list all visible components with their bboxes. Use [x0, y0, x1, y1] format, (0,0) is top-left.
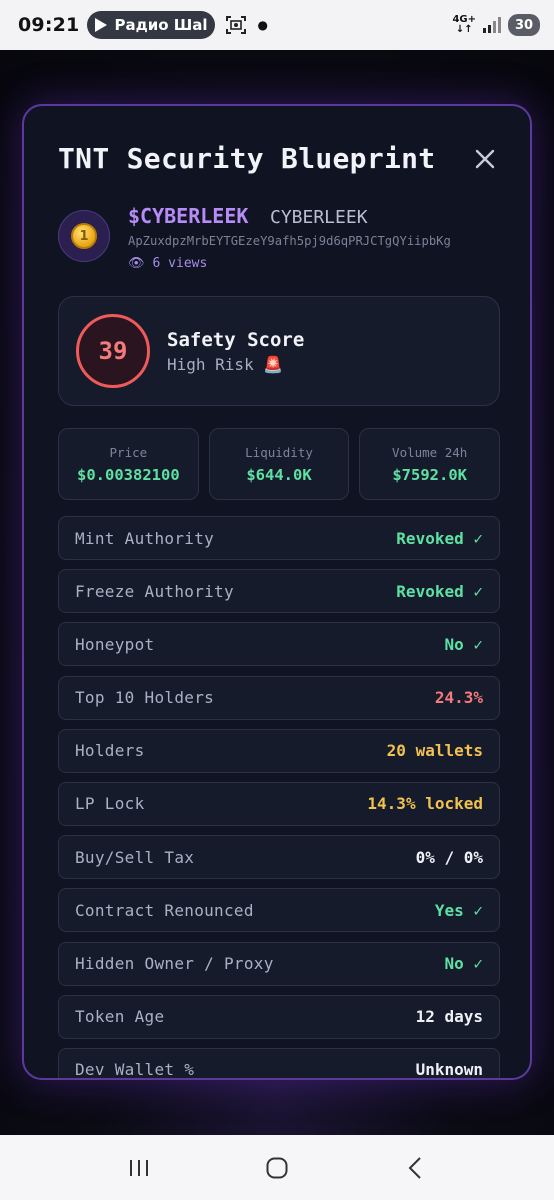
check-label: Contract Renounced: [75, 900, 254, 920]
security-checks: Mint Authority Revoked ✓ Freeze Authorit…: [58, 516, 500, 1080]
check-value: No ✓: [444, 634, 483, 654]
token-views: 👁 6 views: [128, 256, 207, 271]
check-label: Token Age: [75, 1007, 165, 1027]
screenshot-icon: [226, 16, 247, 34]
status-bar: 09:21 Радио Шаl ● 4G+ ↓↑ 30: [0, 0, 554, 50]
check-hidden-owner: Hidden Owner / Proxy No ✓: [58, 941, 500, 986]
check-value: 24.3%: [434, 688, 483, 708]
check-value: Revoked ✓: [396, 581, 483, 601]
check-label: Hidden Owner / Proxy: [75, 954, 274, 973]
media-title: Радио Шаl: [114, 16, 208, 34]
eye-icon: 👁: [128, 256, 145, 271]
check-label: Dev Wallet %: [75, 1060, 195, 1080]
system-nav-bar: [0, 1135, 554, 1200]
check-label: Top 10 Holders: [75, 688, 215, 708]
status-time: 09:21: [18, 14, 80, 36]
play-icon: [95, 18, 108, 32]
check-value: 0% / 0%: [415, 847, 483, 867]
security-modal: TNT Security Blueprint 1 $CYBERLEEK CYBE…: [22, 104, 532, 1080]
stat-value: $644.0K: [246, 465, 312, 484]
check-top-holders: Top 10 Holders 24.3%: [58, 675, 500, 720]
safety-risk-label: High Risk 🚨: [167, 355, 284, 374]
battery-badge: 30: [508, 14, 540, 36]
stat-liquidity: Liquidity $644.0K: [208, 428, 350, 500]
token-info: 1 $CYBERLEEK CYBERLEEK ApZuxdpzMrbEYTGEz…: [58, 204, 510, 276]
stat-label: Price: [109, 444, 148, 460]
coin-icon: 1: [71, 223, 97, 249]
check-contract-renounced: Contract Renounced Yes ✓: [58, 888, 500, 933]
check-label: Freeze Authority: [75, 581, 234, 601]
token-address[interactable]: ApZuxdpzMrbEYTGEzeY9afh5pj9d6qPRJCTgQYii…: [128, 234, 451, 248]
modal-title: TNT Security Blueprint: [58, 142, 436, 175]
safety-score-ring: 39: [76, 314, 150, 388]
check-value: 20 wallets: [386, 741, 483, 761]
check-label: Mint Authority: [75, 528, 215, 548]
safety-score-card: 39 Safety Score High Risk 🚨: [58, 296, 500, 406]
token-avatar: 1: [58, 210, 110, 262]
safety-score-title: Safety Score: [167, 329, 305, 351]
home-icon: [266, 1157, 288, 1178]
check-label: Holders: [75, 741, 145, 761]
signal-icon: [483, 17, 501, 33]
recent-apps-icon: [130, 1159, 148, 1176]
check-value: Unknown: [415, 1060, 483, 1080]
check-label: Honeypot: [75, 634, 155, 654]
check-mint-authority: Mint Authority Revoked ✓: [58, 516, 500, 560]
stat-value: $7592.0K: [392, 465, 467, 484]
back-icon: [408, 1156, 421, 1179]
home-button[interactable]: [257, 1148, 297, 1188]
stat-price: Price $0.00382100: [58, 428, 199, 500]
market-stats: Price $0.00382100 Liquidity $644.0K Volu…: [58, 428, 501, 500]
back-button[interactable]: [395, 1148, 435, 1188]
recent-apps-button[interactable]: [119, 1148, 159, 1188]
media-pill[interactable]: Радио Шаl: [87, 11, 216, 39]
stat-volume: Volume 24h $7592.0K: [359, 428, 501, 500]
check-value: Revoked ✓: [396, 528, 483, 548]
stat-value: $0.00382100: [77, 465, 180, 484]
check-dev-wallet: Dev Wallet % Unknown: [58, 1047, 500, 1080]
stat-label: Liquidity: [245, 444, 313, 460]
stat-label: Volume 24h: [392, 444, 468, 460]
check-value: 14.3% locked: [367, 794, 483, 814]
token-symbol: $CYBERLEEK: [128, 204, 249, 228]
check-value: Yes ✓: [434, 900, 483, 920]
check-token-age: Token Age 12 days: [58, 994, 500, 1039]
network-indicator: 4G+ ↓↑: [452, 14, 476, 35]
check-honeypot: Honeypot No ✓: [58, 622, 500, 667]
views-count: 6 views: [152, 256, 208, 271]
check-label: LP Lock: [75, 794, 145, 814]
check-lp-lock: LP Lock 14.3% locked: [58, 781, 500, 826]
check-value: 12 days: [415, 1007, 483, 1027]
check-freeze-authority: Freeze Authority Revoked ✓: [58, 569, 500, 614]
token-name: CYBERLEEK: [270, 207, 368, 228]
close-icon[interactable]: [470, 144, 500, 174]
check-label: Buy/Sell Tax: [75, 847, 195, 867]
check-holders: Holders 20 wallets: [58, 728, 500, 773]
notification-dot-icon: ●: [257, 18, 268, 32]
check-tax: Buy/Sell Tax 0% / 0%: [58, 835, 500, 880]
check-value: No ✓: [444, 954, 483, 973]
